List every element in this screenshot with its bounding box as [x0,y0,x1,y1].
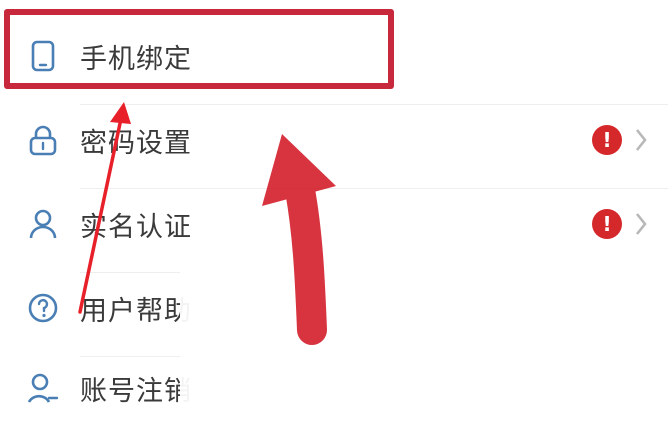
annotation-arrows [78,102,336,345]
thin-arrow-icon [78,102,131,314]
thick-arrow-icon [262,134,336,345]
